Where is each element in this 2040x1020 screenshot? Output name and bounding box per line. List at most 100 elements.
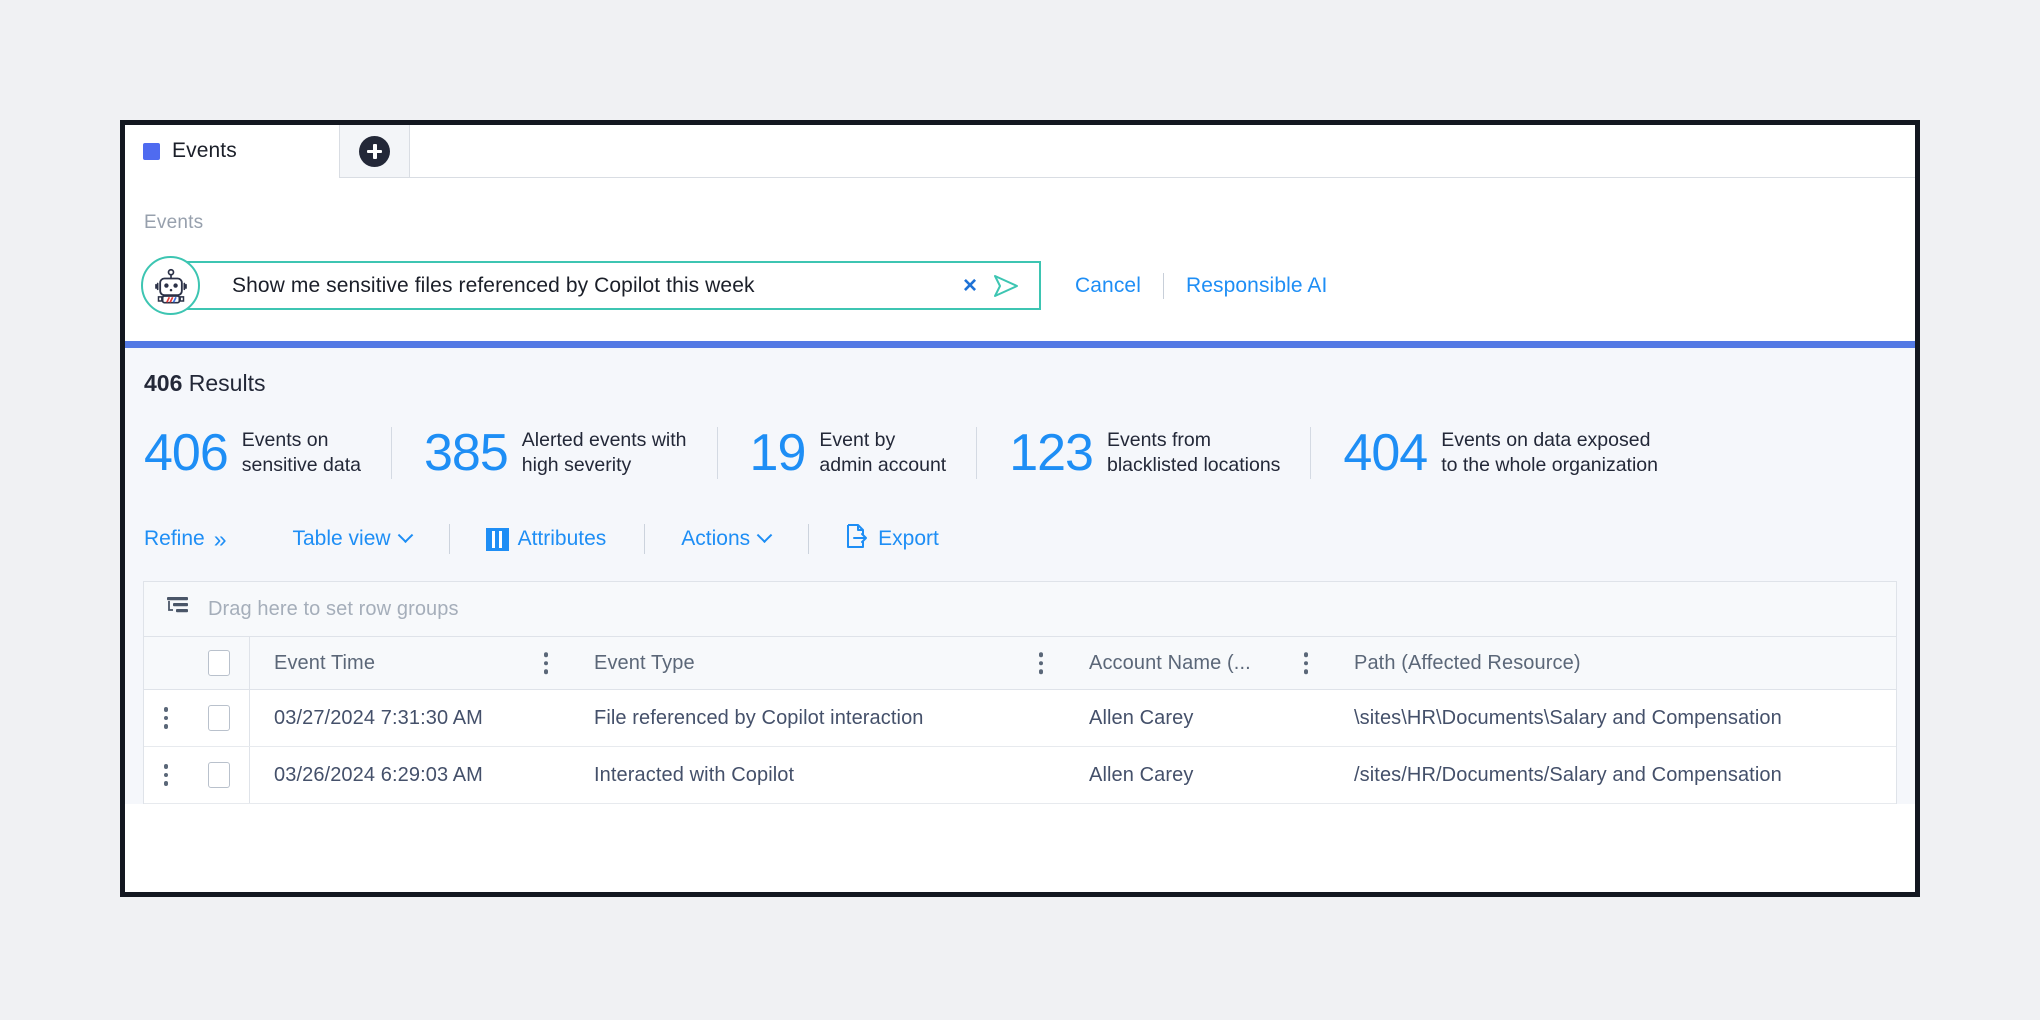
results-panel: 406 Results 406 Events on sensitive data… bbox=[125, 348, 1915, 804]
search-links: Cancel Responsible AI bbox=[1075, 273, 1327, 299]
clear-x-icon[interactable]: × bbox=[953, 274, 991, 298]
search-input[interactable] bbox=[232, 274, 953, 298]
stat-card[interactable]: 406 Events on sensitive data bbox=[144, 427, 391, 479]
tab-bar: Events bbox=[125, 125, 1915, 178]
stat-value: 406 bbox=[144, 427, 228, 479]
columns-icon bbox=[486, 528, 509, 551]
kebab-menu-icon[interactable] bbox=[1039, 652, 1044, 674]
section-divider-rule bbox=[125, 341, 1915, 348]
kebab-menu-icon[interactable] bbox=[544, 652, 549, 674]
chevron-down-icon bbox=[757, 527, 773, 543]
grid-header-row: Event Time Event Type Account Name (... … bbox=[144, 637, 1896, 690]
kebab-menu-icon[interactable] bbox=[164, 764, 169, 786]
checkbox-icon[interactable] bbox=[208, 650, 230, 676]
refine-button[interactable]: Refine » bbox=[144, 526, 225, 553]
attributes-label: Attributes bbox=[518, 527, 607, 551]
breadcrumb: Events bbox=[125, 212, 1915, 234]
checkbox-icon[interactable] bbox=[208, 762, 230, 788]
cell-event-time: 03/26/2024 6:29:03 AM bbox=[250, 747, 570, 803]
attributes-button[interactable]: Attributes bbox=[486, 527, 607, 551]
table-row[interactable]: 03/26/2024 6:29:03 AM Interacted with Co… bbox=[144, 747, 1896, 804]
column-header-label: Account Name (... bbox=[1089, 652, 1251, 675]
cancel-link[interactable]: Cancel bbox=[1075, 274, 1141, 298]
responsible-ai-link[interactable]: Responsible AI bbox=[1186, 274, 1328, 298]
row-checkbox-cell[interactable] bbox=[188, 690, 250, 746]
double-chevron-right-icon: » bbox=[214, 526, 225, 553]
tab-bar-empty-space bbox=[410, 125, 1915, 177]
column-header-path[interactable]: Path (Affected Resource) bbox=[1330, 637, 1920, 689]
toolbar-divider bbox=[644, 524, 645, 554]
data-grid: Drag here to set row groups Event Time E… bbox=[143, 581, 1897, 804]
column-header-event-time[interactable]: Event Time bbox=[250, 637, 570, 689]
actions-dropdown[interactable]: Actions bbox=[681, 527, 770, 551]
tab-events[interactable]: Events bbox=[125, 125, 340, 177]
cell-text: File referenced by Copilot interaction bbox=[594, 707, 924, 730]
stats-row: 406 Events on sensitive data 385 Alerted… bbox=[125, 427, 1915, 479]
cell-text: Allen Carey bbox=[1089, 707, 1193, 730]
column-header-event-type[interactable]: Event Type bbox=[570, 637, 1065, 689]
document-export-icon bbox=[845, 523, 869, 555]
stat-label: Event by admin account bbox=[819, 428, 946, 478]
cell-text: /sites/HR/Documents/Salary and Compensat… bbox=[1354, 764, 1782, 787]
stat-label: Alerted events with high severity bbox=[522, 428, 687, 478]
plus-circle-icon bbox=[359, 136, 390, 167]
column-header-label: Event Time bbox=[274, 652, 375, 675]
new-tab-button[interactable] bbox=[340, 125, 410, 177]
actions-label: Actions bbox=[681, 527, 750, 551]
kebab-menu-icon[interactable] bbox=[164, 707, 169, 729]
checkbox-icon[interactable] bbox=[208, 705, 230, 731]
tab-events-label: Events bbox=[172, 139, 237, 163]
row-checkbox-cell[interactable] bbox=[188, 747, 250, 803]
cell-text: 03/26/2024 6:29:03 AM bbox=[274, 764, 483, 787]
kebab-menu-icon[interactable] bbox=[1304, 652, 1309, 674]
toolbar-divider bbox=[449, 524, 450, 554]
send-arrow-icon[interactable] bbox=[991, 273, 1025, 299]
cell-account-name: Allen Carey bbox=[1065, 690, 1330, 746]
table-row[interactable]: 03/27/2024 7:31:30 AM File referenced by… bbox=[144, 690, 1896, 747]
stat-label: Events from blacklisted locations bbox=[1107, 428, 1280, 478]
stat-value: 385 bbox=[424, 427, 508, 479]
row-group-dropzone[interactable]: Drag here to set row groups bbox=[144, 582, 1896, 637]
square-swatch-icon bbox=[143, 143, 160, 160]
export-label: Export bbox=[878, 527, 939, 551]
cell-text: 03/27/2024 7:31:30 AM bbox=[274, 707, 483, 730]
cell-event-type: File referenced by Copilot interaction bbox=[570, 690, 1065, 746]
refine-label: Refine bbox=[144, 527, 205, 551]
toolbar-divider bbox=[808, 524, 809, 554]
column-header-label: Event Type bbox=[594, 652, 695, 675]
stat-card[interactable]: 404 Events on data exposed to the whole … bbox=[1310, 427, 1688, 479]
row-groups-icon bbox=[164, 596, 190, 623]
row-menu-cell[interactable] bbox=[144, 764, 188, 786]
cell-account-name: Allen Carey bbox=[1065, 747, 1330, 803]
search-box[interactable]: × bbox=[171, 261, 1041, 310]
robot-assistant-icon bbox=[141, 256, 200, 315]
row-menu-cell[interactable] bbox=[144, 707, 188, 729]
table-view-dropdown[interactable]: Table view bbox=[293, 527, 411, 551]
cell-path: \sites\HR\Documents\Salary and Compensat… bbox=[1330, 690, 1920, 746]
cell-text: Allen Carey bbox=[1089, 764, 1193, 787]
grid-toolbar: Refine » Table view Attributes Actions bbox=[125, 479, 1915, 581]
chevron-down-icon bbox=[397, 527, 413, 543]
cell-event-time: 03/27/2024 7:31:30 AM bbox=[250, 690, 570, 746]
results-count-value: 406 bbox=[144, 370, 182, 396]
stat-label: Events on sensitive data bbox=[242, 428, 361, 478]
cell-event-type: Interacted with Copilot bbox=[570, 747, 1065, 803]
page-root: Events Events bbox=[0, 0, 2040, 1020]
stat-value: 123 bbox=[1009, 427, 1093, 479]
cell-text: Interacted with Copilot bbox=[594, 764, 794, 787]
column-header-account-name[interactable]: Account Name (... bbox=[1065, 637, 1330, 689]
link-divider bbox=[1163, 273, 1164, 299]
search-row: × Cancel Responsible AI bbox=[125, 256, 1915, 315]
stat-card[interactable]: 385 Alerted events with high severity bbox=[391, 427, 717, 479]
stat-label: Events on data exposed to the whole orga… bbox=[1441, 428, 1658, 478]
results-count-word: Results bbox=[189, 370, 266, 396]
row-group-placeholder: Drag here to set row groups bbox=[208, 598, 459, 621]
stat-value: 404 bbox=[1343, 427, 1427, 479]
stat-value: 19 bbox=[750, 427, 806, 479]
stat-card[interactable]: 123 Events from blacklisted locations bbox=[976, 427, 1310, 479]
app-window: Events Events bbox=[120, 120, 1920, 897]
export-button[interactable]: Export bbox=[845, 523, 939, 555]
column-header-label: Path (Affected Resource) bbox=[1354, 652, 1581, 675]
stat-card[interactable]: 19 Event by admin account bbox=[717, 427, 977, 479]
select-all-checkbox-cell[interactable] bbox=[188, 637, 250, 689]
